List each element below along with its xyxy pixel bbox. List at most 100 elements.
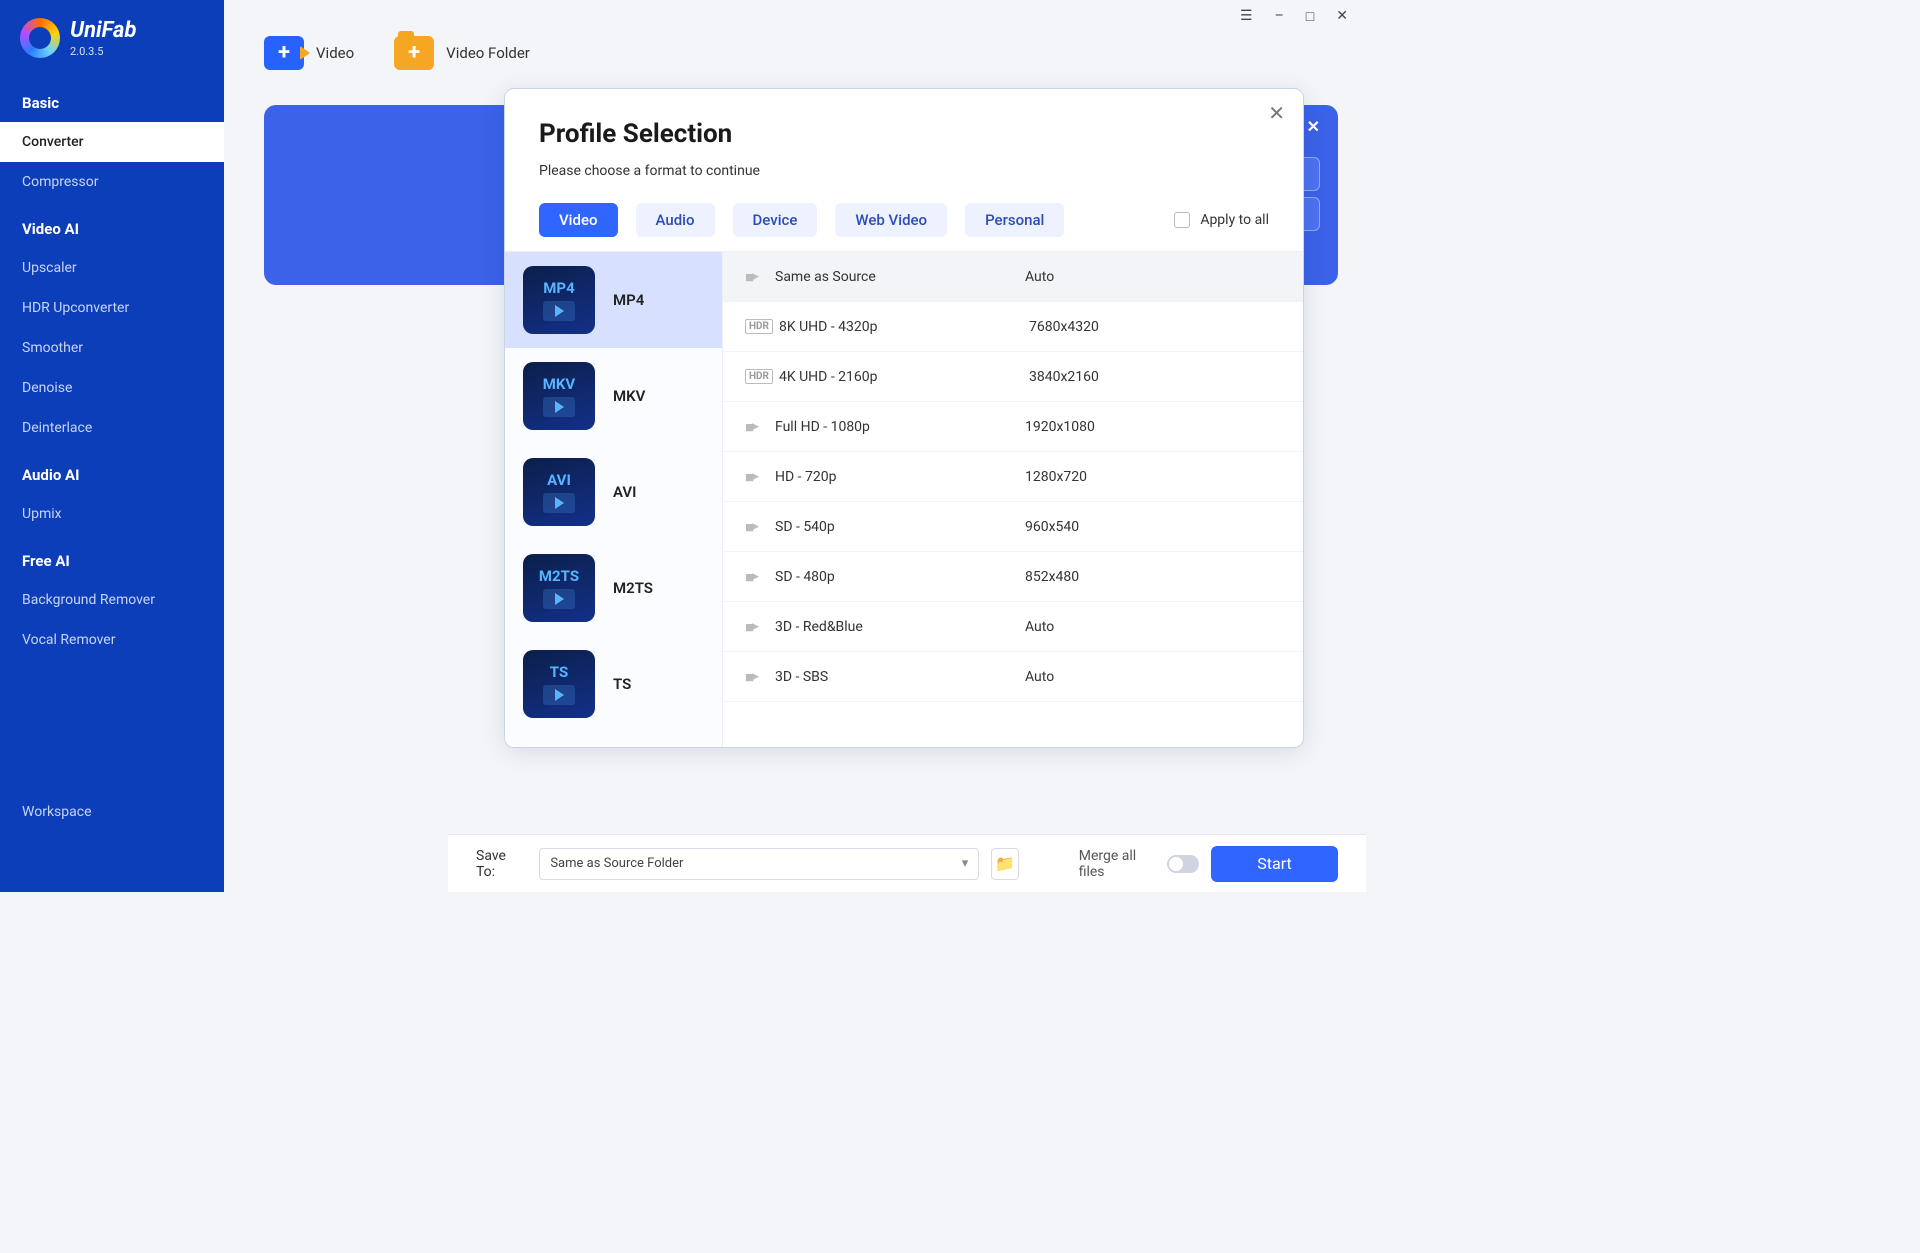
resolution-item[interactable]: ■▶Full HD - 1080p1920x1080 [723, 402, 1303, 452]
sidebar-item-vocal-remover[interactable]: Vocal Remover [0, 620, 224, 660]
sidebar-item-denoise[interactable]: Denoise [0, 368, 224, 408]
task-close-icon[interactable]: ✕ [1307, 117, 1320, 136]
format-thumb-icon: TS [523, 650, 595, 718]
resolution-dimension: 3840x2160 [1029, 369, 1099, 385]
sidebar-section-header: Free AI [0, 534, 224, 580]
video-icon: ■▶ [745, 618, 775, 636]
resolution-label: 4K UHD - 2160p [779, 369, 1029, 385]
sidebar-item-background-remover[interactable]: Background Remover [0, 580, 224, 620]
add-video-icon [264, 36, 304, 70]
sidebar-item-converter[interactable]: Converter [0, 122, 224, 162]
hamburger-icon[interactable]: ☰ [1240, 8, 1253, 24]
video-icon: ■▶ [745, 518, 775, 536]
tab-personal[interactable]: Personal [965, 203, 1064, 237]
resolution-label: 3D - SBS [775, 669, 1025, 685]
tab-web-video[interactable]: Web Video [835, 203, 947, 237]
video-icon: ■▶ [745, 568, 775, 586]
chevron-down-icon: ▾ [962, 856, 969, 871]
sidebar-item-deinterlace[interactable]: Deinterlace [0, 408, 224, 448]
hdr-badge-icon: HDR [745, 369, 773, 384]
profile-selection-modal: ✕ Profile Selection Please choose a form… [504, 88, 1304, 748]
tab-audio[interactable]: Audio [636, 203, 715, 237]
resolution-item[interactable]: ■▶SD - 540p960x540 [723, 502, 1303, 552]
resolution-dimension: Auto [1025, 619, 1054, 635]
sidebar-item-compressor[interactable]: Compressor [0, 162, 224, 202]
sidebar-item-smoother[interactable]: Smoother [0, 328, 224, 368]
format-item-mkv[interactable]: MKV MKV [505, 348, 722, 444]
hdr-badge-icon: HDR [745, 319, 773, 334]
format-item-label: AVI [613, 483, 636, 501]
modal-close-icon[interactable]: ✕ [1268, 101, 1285, 125]
save-to-value: Same as Source Folder [550, 856, 683, 871]
format-thumb-icon: MKV [523, 362, 595, 430]
close-window-icon[interactable]: ✕ [1336, 8, 1348, 24]
resolution-dimension: 7680x4320 [1029, 319, 1099, 335]
format-item-avi[interactable]: AVI AVI [505, 444, 722, 540]
sidebar-item-hdr-upconverter[interactable]: HDR Upconverter [0, 288, 224, 328]
format-item-m2ts[interactable]: M2TSM2TS [505, 540, 722, 636]
resolution-label: HD - 720p [775, 469, 1025, 485]
resolution-item[interactable]: ■▶3D - Red&BlueAuto [723, 602, 1303, 652]
app-version: 2.0.3.5 [70, 45, 136, 58]
add-toolbar: Video Video Folder [224, 32, 1366, 78]
main-area: ☰ – □ ✕ Video Video Folder Ready to Star… [224, 0, 1366, 892]
modal-subtitle: Please choose a format to continue [539, 163, 1269, 179]
format-item-mp4[interactable]: MP4MP4 [505, 252, 722, 348]
format-item-label: TS [613, 675, 631, 693]
resolution-item[interactable]: ■▶HD - 720p1280x720 [723, 452, 1303, 502]
resolution-dimension: 852x480 [1025, 569, 1079, 585]
add-folder-button[interactable]: Video Folder [394, 36, 530, 70]
resolution-item[interactable]: HDR 4K UHD - 2160p3840x2160 [723, 352, 1303, 402]
bottom-bar: Save To: Same as Source Folder ▾ 📁 Merge… [448, 834, 1366, 892]
app-logo-icon [20, 18, 60, 58]
merge-all-label: Merge all files [1079, 848, 1157, 880]
modal-tab-row: Video Audio Device Web Video Personal Apply … [505, 189, 1303, 251]
add-folder-label: Video Folder [446, 44, 530, 62]
resolution-dimension: 1920x1080 [1025, 419, 1095, 435]
format-item-label: M2TS [613, 579, 653, 597]
resolution-label: Same as Source [775, 269, 1025, 285]
video-icon: ■▶ [745, 418, 775, 436]
format-item-label: MP4 [613, 291, 644, 309]
resolution-item[interactable]: HDR 8K UHD - 4320p7680x4320 [723, 302, 1303, 352]
add-video-button[interactable]: Video [264, 36, 354, 70]
format-list[interactable]: MP4MP4 MKV MKV AVI AVI M2TSM2TS TS TS [505, 252, 723, 747]
video-icon: ■▶ [745, 468, 775, 486]
apply-to-all-label: Apply to all [1200, 212, 1269, 228]
format-item-ts[interactable]: TS TS [505, 636, 722, 732]
sidebar-section-header: Video AI [0, 202, 224, 248]
video-icon: ■▶ [745, 668, 775, 686]
tab-video[interactable]: Video [539, 203, 618, 237]
resolution-item[interactable]: ■▶SD - 480p852x480 [723, 552, 1303, 602]
apply-to-all-checkbox[interactable] [1174, 212, 1190, 228]
save-to-label: Save To: [476, 848, 523, 880]
format-thumb-icon: AVI [523, 458, 595, 526]
folder-icon: 📁 [995, 854, 1015, 873]
resolution-item[interactable]: ■▶Same as SourceAuto [723, 252, 1303, 302]
resolution-dimension: 1280x720 [1025, 469, 1087, 485]
resolution-label: 8K UHD - 4320p [779, 319, 1029, 335]
resolution-label: 3D - Red&Blue [775, 619, 1025, 635]
resolution-item[interactable]: ■▶3D - SBSAuto [723, 652, 1303, 702]
resolution-label: SD - 540p [775, 519, 1025, 535]
sidebar-item-workspace[interactable]: Workspace [0, 792, 224, 832]
video-icon: ■▶ [745, 268, 775, 286]
sidebar-item-upmix[interactable]: Upmix [0, 494, 224, 534]
merge-all-toggle[interactable] [1167, 855, 1199, 873]
app-logo-row: UniFab 2.0.3.5 [0, 18, 224, 76]
browse-folder-button[interactable]: 📁 [991, 848, 1018, 880]
apply-to-all-row: Apply to all [1174, 212, 1269, 228]
start-button[interactable]: Start [1211, 846, 1338, 882]
resolution-list[interactable]: ■▶Same as SourceAutoHDR8K UHD - 4320p768… [723, 252, 1303, 747]
format-item-label: MKV [613, 387, 645, 405]
minimize-icon[interactable]: – [1275, 8, 1284, 24]
modal-title: Profile Selection [539, 119, 1269, 149]
tab-device[interactable]: Device [733, 203, 818, 237]
resolution-dimension: Auto [1025, 269, 1054, 285]
maximize-icon[interactable]: □ [1306, 8, 1314, 25]
app-name: UniFab [70, 18, 136, 43]
add-video-label: Video [316, 44, 354, 62]
sidebar-section-header: Basic [0, 76, 224, 122]
save-to-select[interactable]: Same as Source Folder ▾ [539, 848, 979, 880]
sidebar-item-upscaler[interactable]: Upscaler [0, 248, 224, 288]
